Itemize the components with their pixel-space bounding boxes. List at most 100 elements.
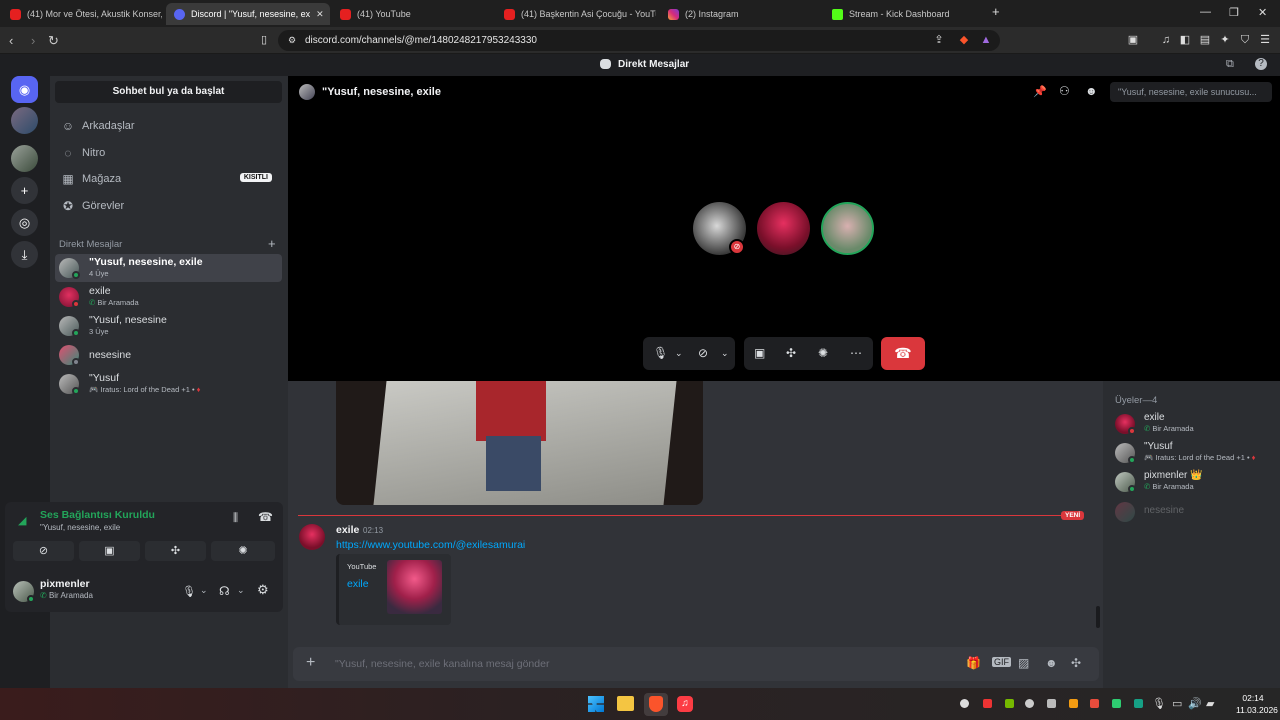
- activities-icon[interactable]: ✣: [786, 346, 796, 360]
- camera-off-icon[interactable]: ⊘: [698, 346, 708, 360]
- browser-tab-active[interactable]: Discord | "Yusuf, nesesine, ex ✕: [166, 3, 330, 25]
- image-attachment[interactable]: [336, 381, 703, 505]
- dm-item[interactable]: nesesine: [55, 341, 282, 369]
- tray-app-icon[interactable]: [1134, 699, 1143, 708]
- add-server-icon[interactable]: +: [11, 177, 38, 204]
- mic-tray-icon[interactable]: 🎙: [1152, 697, 1166, 710]
- reload-icon[interactable]: ↻: [48, 33, 59, 49]
- create-dm-icon[interactable]: +: [268, 236, 276, 251]
- vpn-icon[interactable]: ⛉: [1239, 34, 1251, 46]
- restore-icon[interactable]: ❐: [1229, 6, 1239, 19]
- screen-share-icon[interactable]: ▣: [754, 346, 765, 360]
- gift-icon[interactable]: 🎁: [966, 656, 981, 670]
- embed-thumbnail[interactable]: [387, 560, 442, 614]
- share-icon[interactable]: ⇪: [933, 34, 945, 46]
- help-icon[interactable]: ?: [1255, 58, 1267, 70]
- close-window-icon[interactable]: ✕: [1258, 6, 1267, 19]
- browser-tab[interactable]: (41) Başkentin Asi Çocuğu - YouTube: [496, 3, 656, 25]
- clock[interactable]: 02:14 11.03.2026: [1236, 693, 1278, 715]
- tab-search-icon[interactable]: ▣: [1127, 34, 1139, 46]
- home-button[interactable]: ◉: [11, 76, 38, 103]
- search-input[interactable]: "Yusuf, nesesine, exile sunucusu...: [1110, 82, 1272, 102]
- chevron-down-icon[interactable]: ⌄: [200, 585, 208, 596]
- scrollbar[interactable]: [1096, 606, 1100, 628]
- network-icon[interactable]: ▭: [1172, 697, 1182, 710]
- message-input[interactable]: "Yusuf, nesesine, exile kanalına mesaj g…: [335, 658, 549, 670]
- server-icon[interactable]: [11, 145, 38, 172]
- forward-icon[interactable]: ›: [31, 33, 35, 48]
- message-link[interactable]: https://www.youtube.com/@exilesamurai: [336, 539, 525, 551]
- members-icon[interactable]: ☻: [1085, 84, 1098, 98]
- tray-app-icon[interactable]: [1090, 699, 1099, 708]
- sidebar-icon[interactable]: ◧: [1179, 34, 1191, 46]
- participant-avatar-speaking[interactable]: [821, 202, 874, 255]
- nvidia-icon[interactable]: [1005, 699, 1014, 708]
- message-author[interactable]: exile: [336, 524, 359, 536]
- embed-title[interactable]: exile: [347, 578, 369, 590]
- hang-up-button[interactable]: ☎: [881, 337, 925, 370]
- disconnect-icon[interactable]: ☎: [258, 510, 273, 524]
- inbox-icon[interactable]: ⧉: [1226, 58, 1234, 71]
- noise-suppression-icon[interactable]: ⫼: [233, 512, 238, 525]
- headphones-icon[interactable]: ☊: [219, 584, 230, 598]
- member-item[interactable]: exile ✆ Bir Aramada: [1115, 411, 1275, 437]
- volume-icon[interactable]: 🔊: [1188, 697, 1202, 710]
- nav-quests[interactable]: ✪ Görevler: [55, 194, 282, 218]
- wallet-icon[interactable]: ▤: [1199, 34, 1211, 46]
- download-icon[interactable]: ⤓: [11, 241, 38, 268]
- chevron-down-icon[interactable]: ⌄: [721, 348, 729, 359]
- chevron-down-icon[interactable]: ⌄: [237, 585, 245, 596]
- file-explorer-icon[interactable]: [617, 696, 634, 711]
- member-item-offline[interactable]: nesesine: [1115, 499, 1275, 525]
- browser-tab[interactable]: (2) Instagram: [660, 3, 820, 25]
- discover-icon[interactable]: ◎: [11, 209, 38, 236]
- start-icon[interactable]: [588, 696, 604, 712]
- gif-icon[interactable]: GIF: [992, 657, 1011, 667]
- bookmark-icon[interactable]: ▯: [258, 34, 270, 46]
- nav-nitro[interactable]: ◌ Nitro: [55, 141, 282, 165]
- browser-tab[interactable]: (41) Mor ve Ötesi, Akustik Konser, Bo: [2, 3, 162, 25]
- browser-tab[interactable]: (41) YouTube: [332, 3, 492, 25]
- emoji-icon[interactable]: ☻: [1045, 656, 1058, 670]
- more-icon[interactable]: ⋯: [850, 346, 862, 360]
- sticker-icon[interactable]: ▨: [1018, 656, 1029, 670]
- url-bar[interactable]: ⚙ discord.com/channels/@me/1480248217953…: [278, 30, 1000, 51]
- voice-status[interactable]: Ses Bağlantısı Kuruldu: [40, 509, 155, 521]
- new-tab-button[interactable]: +: [992, 4, 1000, 19]
- mic-icon[interactable]: 🎙: [653, 346, 668, 360]
- screen-share-button[interactable]: ▣: [79, 541, 140, 561]
- participant-avatar[interactable]: [757, 202, 810, 255]
- find-conversation-button[interactable]: Sohbet bul ya da başlat: [55, 81, 282, 103]
- dm-item[interactable]: "Yusuf, nesesine, exile 4 Üye: [55, 254, 282, 282]
- site-info-icon[interactable]: ⚙: [286, 34, 298, 46]
- browser-tab[interactable]: Stream - Kick Dashboard: [824, 3, 984, 25]
- settings-icon[interactable]: ⚙: [257, 582, 269, 598]
- tray-app-icon[interactable]: [983, 699, 992, 708]
- tray-app-icon[interactable]: [960, 699, 969, 708]
- avatar[interactable]: [299, 524, 325, 550]
- camera-off-button[interactable]: ⊘: [13, 541, 74, 561]
- close-tab-icon[interactable]: ✕: [316, 9, 324, 20]
- music-icon[interactable]: ♫: [677, 696, 693, 712]
- leo-ai-icon[interactable]: ✦: [1219, 34, 1231, 46]
- server-icon[interactable]: [11, 107, 38, 134]
- tray-app-icon[interactable]: [1047, 699, 1056, 708]
- chevron-down-icon[interactable]: ⌄: [675, 348, 683, 359]
- member-item[interactable]: "Yusuf 🎮 Iratus: Lord of the Dead +1 • ♦: [1115, 440, 1275, 466]
- tray-app-icon[interactable]: [1112, 699, 1121, 708]
- media-icon[interactable]: ♫: [1160, 34, 1172, 46]
- tray-app-icon[interactable]: [1025, 699, 1034, 708]
- pin-icon[interactable]: 📌: [1033, 85, 1047, 98]
- dm-item[interactable]: exile ✆ Bir Aramada: [55, 283, 282, 311]
- soundboard-icon[interactable]: ✺: [818, 346, 828, 360]
- brave-rewards-icon[interactable]: ▲: [980, 34, 992, 46]
- back-icon[interactable]: ‹: [9, 33, 13, 48]
- attach-plus-icon[interactable]: +: [306, 654, 315, 672]
- menu-icon[interactable]: ☰: [1259, 34, 1271, 46]
- nav-shop[interactable]: ▦ Mağaza KISITLI: [55, 167, 282, 191]
- member-item[interactable]: pixmenler 👑 ✆ Bir Aramada: [1115, 469, 1275, 495]
- tray-app-icon[interactable]: [1069, 699, 1078, 708]
- minimize-icon[interactable]: —: [1200, 6, 1211, 18]
- mic-icon[interactable]: 🎙: [182, 585, 196, 598]
- dm-item[interactable]: "Yusuf, nesesine 3 Üye: [55, 312, 282, 340]
